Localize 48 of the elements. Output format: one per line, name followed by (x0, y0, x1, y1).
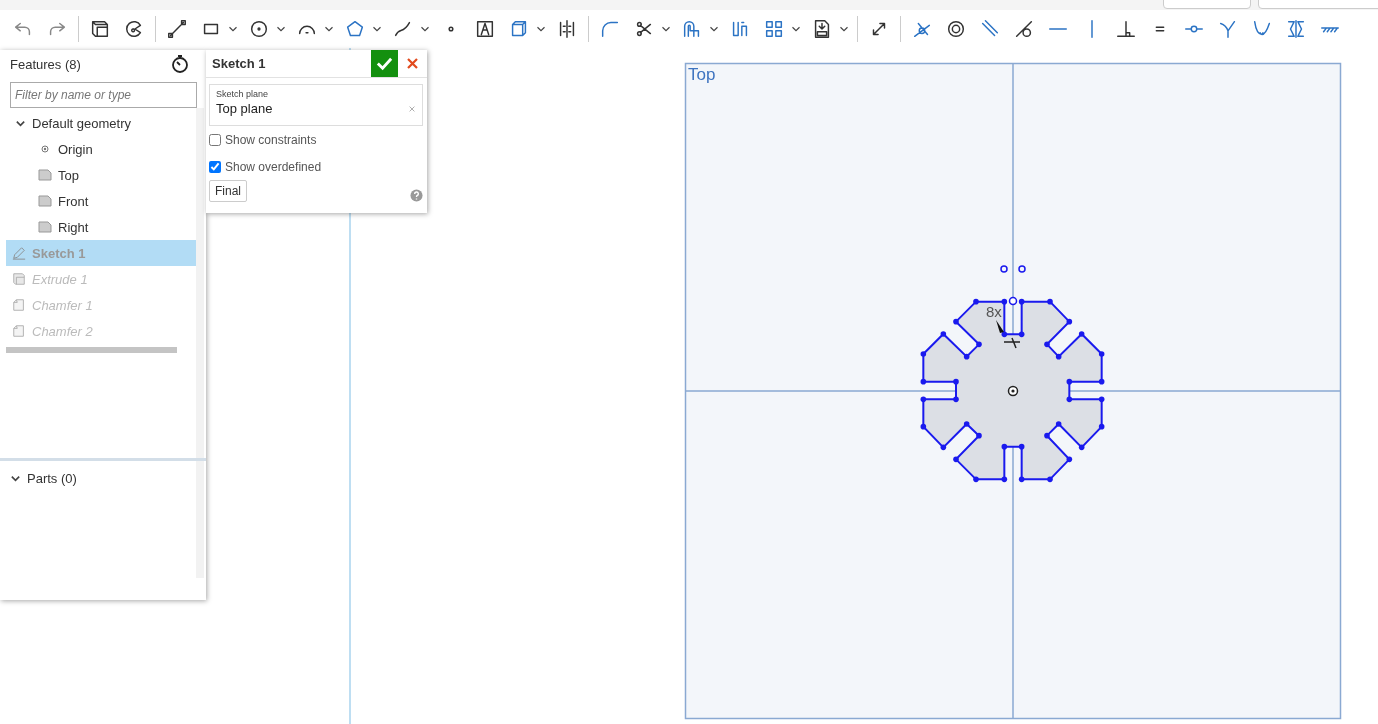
sketch-profile-drawing[interactable] (920, 298, 1105, 483)
accept-button[interactable] (371, 50, 398, 77)
plane-label: Top (688, 65, 716, 84)
scrollbar[interactable] (6, 347, 177, 353)
close-icon (405, 56, 420, 71)
option-label: Show overdefined (225, 159, 322, 174)
stopwatch-icon[interactable] (170, 54, 190, 74)
origin-icon (1007, 385, 1019, 397)
sketch-plane-field[interactable]: Sketch plane Top plane (209, 84, 423, 126)
close-button[interactable] (398, 50, 427, 77)
tree-label[interactable]: Right (58, 219, 89, 235)
line-icon[interactable] (166, 18, 188, 40)
tree-label[interactable]: Front (58, 193, 89, 209)
checkbox[interactable] (209, 160, 221, 173)
constraint-icon[interactable] (1000, 265, 1008, 273)
constraint-count-label: 8x (986, 303, 1002, 320)
chamfer-icon (12, 298, 26, 312)
tree-label[interactable]: Top (58, 167, 79, 183)
text-tool-icon[interactable] (474, 18, 496, 40)
plane-icon (38, 220, 52, 234)
grid-icon[interactable] (763, 18, 785, 40)
tree-label[interactable]: Origin (58, 141, 93, 157)
panel-title: Features (8) (10, 56, 81, 72)
symmetric-icon[interactable] (1285, 18, 1307, 40)
chamfer-icon (12, 324, 26, 338)
cube-icon (12, 272, 26, 286)
filter-field[interactable]: Filter by name or type (10, 82, 197, 108)
help-icon[interactable] (410, 188, 423, 202)
midpoint-marker-icon[interactable] (1008, 296, 1018, 306)
tree-label: Default geometry (32, 115, 131, 131)
final-button[interactable]: Final (209, 180, 247, 202)
cube-icon[interactable] (89, 18, 111, 40)
pointer-icon (996, 320, 1004, 333)
constraint-glyph-icon (1003, 337, 1021, 349)
tangent-icon[interactable] (1013, 18, 1035, 40)
tree-item[interactable]: Default geometry (6, 110, 197, 136)
dialog-title: Sketch 1 (211, 56, 267, 71)
plane-icon (38, 168, 52, 182)
plane-icon (38, 194, 52, 208)
option-label: Show constraints (225, 132, 317, 147)
concentric-icon[interactable] (945, 18, 967, 40)
checkbox[interactable] (209, 133, 221, 146)
constraint-icon[interactable] (1018, 265, 1026, 273)
parts-title: Parts (0) (27, 470, 77, 486)
pencil-icon (12, 246, 26, 260)
parts-header[interactable]: Parts (0) (10, 465, 77, 491)
origin-point-icon (38, 142, 52, 156)
perpendicular-icon[interactable] (1115, 18, 1137, 40)
